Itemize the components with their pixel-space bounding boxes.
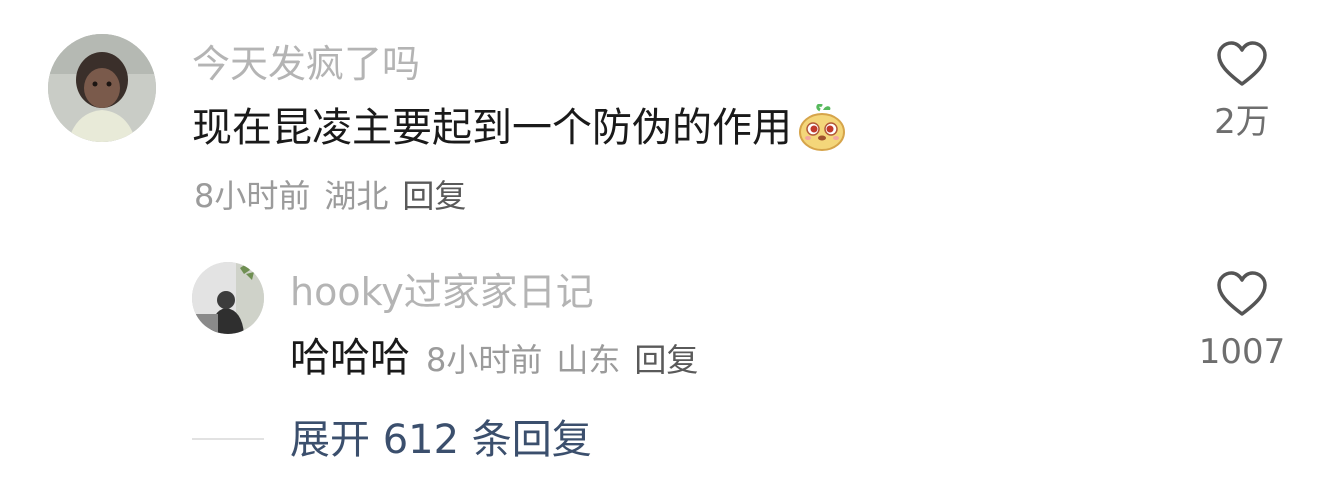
comment-meta: 8小时前 湖北 回复 — [194, 176, 466, 216]
heart-icon[interactable] — [1216, 41, 1268, 92]
comment-username[interactable]: 今天发疯了吗 — [192, 42, 420, 86]
avatar[interactable] — [48, 34, 156, 142]
like-count: 2万 — [1214, 102, 1270, 142]
comment-like[interactable]: 2万 — [1197, 40, 1287, 142]
reply-time: 8小时前 — [426, 341, 543, 379]
expand-replies-button[interactable]: 展开 612 条回复 — [290, 416, 592, 464]
comment-thread: 今天发疯了吗 现在昆凌主要起到一个防伪的作用 8小时前 湖北 回复 2万 hoo… — [0, 0, 1320, 504]
reply-reply-button[interactable]: 回复 — [634, 340, 698, 380]
heart-icon[interactable] — [1216, 271, 1268, 322]
smirk-face-emoji-icon — [798, 103, 846, 152]
reply-body: 哈哈哈 8小时前 山东 回复 — [290, 334, 698, 382]
reply-like[interactable]: 1007 — [1197, 270, 1287, 372]
comment-time: 8小时前 — [194, 177, 311, 215]
expand-divider — [192, 438, 264, 440]
comment-body: 现在昆凌主要起到一个防伪的作用 — [192, 103, 846, 152]
reply-like-count: 1007 — [1198, 332, 1286, 372]
comment-location: 湖北 — [324, 177, 389, 215]
comment-text: 现在昆凌主要起到一个防伪的作用 — [192, 105, 792, 151]
reply-button[interactable]: 回复 — [402, 176, 466, 216]
reply-location: 山东 — [556, 341, 621, 379]
reply-username[interactable]: hooky过家家日记 — [290, 270, 594, 314]
reply-text: 哈哈哈 — [290, 335, 410, 381]
reply-meta: 8小时前 山东 回复 — [426, 340, 698, 380]
reply-avatar[interactable] — [192, 262, 264, 334]
